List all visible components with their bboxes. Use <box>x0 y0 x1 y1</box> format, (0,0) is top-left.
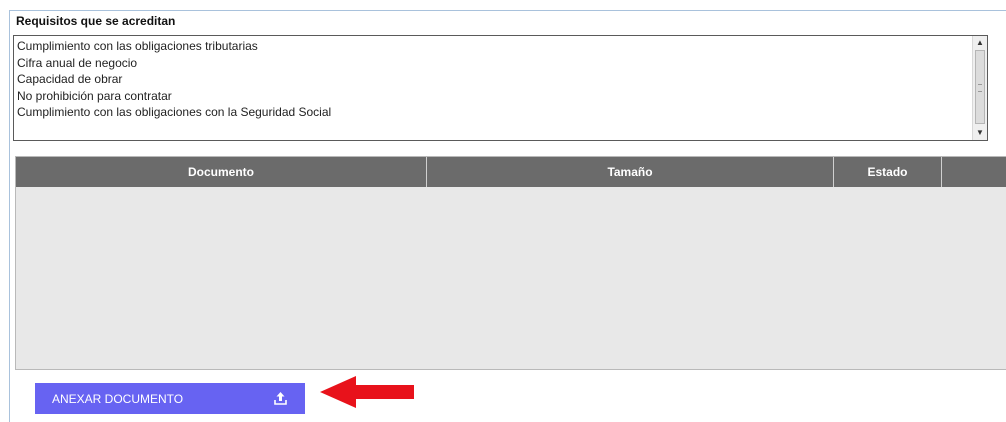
requirement-item[interactable]: Cifra anual de negocio <box>17 55 987 72</box>
attach-document-label: ANEXAR DOCUMENTO <box>52 391 184 406</box>
column-header-estado[interactable]: Estado <box>834 157 942 187</box>
red-arrow-icon <box>320 376 414 408</box>
column-header-documento[interactable]: Documento <box>16 157 427 187</box>
attach-document-button[interactable]: ANEXAR DOCUMENTO <box>35 383 305 414</box>
requirements-list: Cumplimiento con las obligaciones tribut… <box>14 36 987 121</box>
requirement-item[interactable]: No prohibición para contratar <box>17 88 987 105</box>
table-header: Documento Tamaño Estado <box>16 157 1006 187</box>
column-header-actions <box>942 157 1006 187</box>
documents-table: Documento Tamaño Estado <box>15 156 1006 370</box>
scroll-thumb[interactable] <box>975 50 985 124</box>
requirements-listbox[interactable]: Cumplimiento con las obligaciones tribut… <box>13 35 988 141</box>
requirement-item[interactable]: Capacidad de obrar <box>17 71 987 88</box>
requirements-label: Requisitos que se acreditan <box>16 14 176 28</box>
scroll-up-icon[interactable]: ▲ <box>973 37 987 49</box>
upload-icon <box>274 392 287 405</box>
scroll-down-icon[interactable]: ▼ <box>973 127 987 139</box>
column-header-tamano[interactable]: Tamaño <box>427 157 834 187</box>
requirement-item[interactable]: Cumplimiento con las obligaciones con la… <box>17 104 987 121</box>
requirement-item[interactable]: Cumplimiento con las obligaciones tribut… <box>17 38 987 55</box>
listbox-scrollbar[interactable]: ▲ ▼ <box>972 36 987 140</box>
